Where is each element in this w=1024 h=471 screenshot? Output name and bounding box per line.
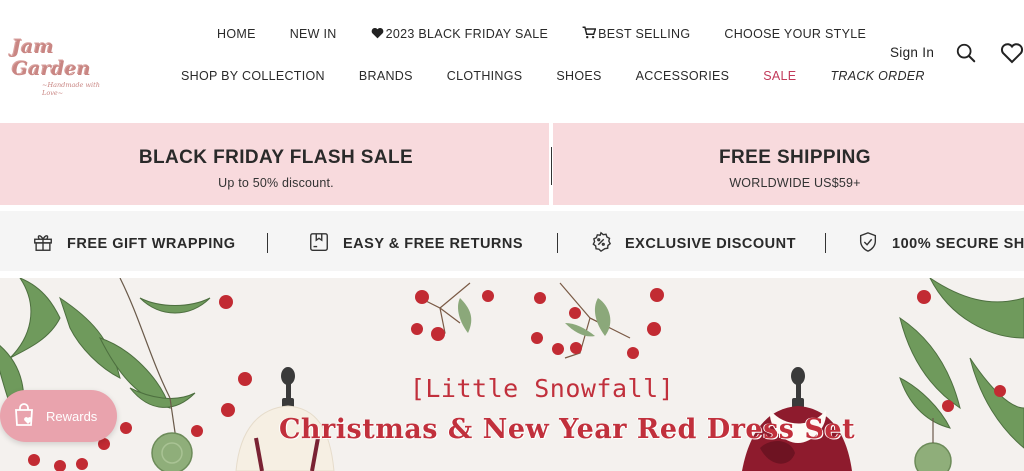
feature-gift-wrapping: FREE GIFT WRAPPING: [32, 231, 236, 257]
feature-label: FREE GIFT WRAPPING: [67, 236, 236, 252]
nav-label: ACCESSORIES: [635, 69, 730, 83]
nav-label: CLOTHINGS: [446, 69, 523, 83]
site-header: Jam Garden ~Handmade with Love~ HOME NEW…: [0, 0, 1024, 110]
promo-flash-sale[interactable]: BLACK FRIDAY FLASH SALE Up to 50% discou…: [0, 123, 552, 205]
banner-collection-title: [Little Snowfall]: [409, 374, 675, 403]
gift-icon: [32, 231, 67, 257]
nav-brands[interactable]: BRANDS: [359, 69, 413, 83]
nav-label: SHOP BY COLLECTION: [181, 69, 325, 83]
nav-track-order[interactable]: TRACK ORDER: [830, 69, 924, 83]
hero-banner[interactable]: [Little Snowfall] Christmas & New Year R…: [0, 278, 1024, 471]
feature-divider: [557, 233, 558, 253]
feature-divider: [825, 233, 826, 253]
nav-home[interactable]: HOME: [217, 26, 256, 42]
feature-easy-returns: EASY & FREE RETURNS: [308, 231, 523, 257]
features-bar: FREE GIFT WRAPPING EASY & FREE RETURNS E…: [0, 211, 1024, 271]
nav-label: TRACK ORDER: [830, 69, 925, 83]
rewards-button[interactable]: Rewards: [0, 390, 117, 442]
nav-accessories[interactable]: ACCESSORIES: [636, 69, 730, 83]
feature-secure-shopping: 100% SECURE SHO: [857, 231, 1024, 257]
primary-nav: HOME NEW IN 2023 BLACK FRIDAY SALE BEST …: [217, 26, 866, 42]
nav-label: BRANDS: [358, 69, 413, 83]
nav-shoes[interactable]: SHOES: [556, 69, 601, 83]
banner-headline: Christmas & New Year Red Dress Set: [278, 414, 856, 445]
promo-free-shipping[interactable]: FREE SHIPPING WORLDWIDE US$59+: [552, 123, 1024, 205]
nav-label: CHOOSE YOUR STYLE: [724, 27, 867, 41]
cart-icon: [582, 26, 597, 42]
sign-in-link[interactable]: Sign In: [890, 45, 934, 60]
promo-band: BLACK FRIDAY FLASH SALE Up to 50% discou…: [0, 123, 1024, 205]
nav-clothings[interactable]: CLOTHINGS: [447, 69, 523, 83]
rewards-label: Rewards: [46, 408, 98, 424]
nav-label: NEW IN: [289, 27, 337, 41]
nav-label: HOME: [217, 27, 256, 41]
feature-exclusive-discount: EXCLUSIVE DISCOUNT: [590, 231, 796, 257]
feature-divider: [267, 233, 268, 253]
nav-label: SALE: [763, 69, 797, 83]
feature-label: EXCLUSIVE DISCOUNT: [625, 236, 796, 252]
feature-label: 100% SECURE SHO: [892, 236, 1024, 252]
shopping-bag-heart-icon: [0, 402, 46, 430]
nav-label: BEST SELLING: [598, 27, 691, 41]
promo-subtitle: Up to 50% discount.: [218, 176, 334, 190]
nav-best-selling[interactable]: BEST SELLING: [582, 26, 690, 42]
shield-check-icon: [857, 231, 892, 257]
nav-shop-by-collection[interactable]: SHOP BY COLLECTION: [181, 69, 325, 83]
search-icon[interactable]: [955, 42, 977, 64]
nav-new-in[interactable]: NEW IN: [290, 26, 337, 42]
nav-sale[interactable]: SALE: [763, 69, 796, 83]
promo-subtitle: WORLDWIDE US$59+: [729, 176, 861, 190]
secondary-nav: SHOP BY COLLECTION BRANDS CLOTHINGS SHOE…: [181, 69, 925, 83]
heart-icon: [371, 27, 384, 42]
promo-title: FREE SHIPPING: [719, 147, 871, 168]
site-logo[interactable]: Jam Garden ~Handmade with Love~: [12, 36, 122, 97]
nav-label: 2023 BLACK FRIDAY SALE: [385, 27, 549, 41]
promo-divider: [551, 147, 552, 185]
promo-title: BLACK FRIDAY FLASH SALE: [138, 147, 414, 168]
feature-label: EASY & FREE RETURNS: [343, 236, 524, 252]
logo-tagline: ~Handmade with Love~: [42, 81, 100, 97]
box-icon: [308, 231, 343, 257]
logo-text: Jam Garden: [12, 36, 91, 80]
discount-badge-icon: [590, 231, 625, 257]
wishlist-heart-icon[interactable]: [1000, 42, 1024, 64]
nav-label: SHOES: [556, 69, 602, 83]
nav-black-friday-sale[interactable]: 2023 BLACK FRIDAY SALE: [371, 26, 548, 42]
nav-choose-your-style[interactable]: CHOOSE YOUR STYLE: [724, 26, 866, 42]
